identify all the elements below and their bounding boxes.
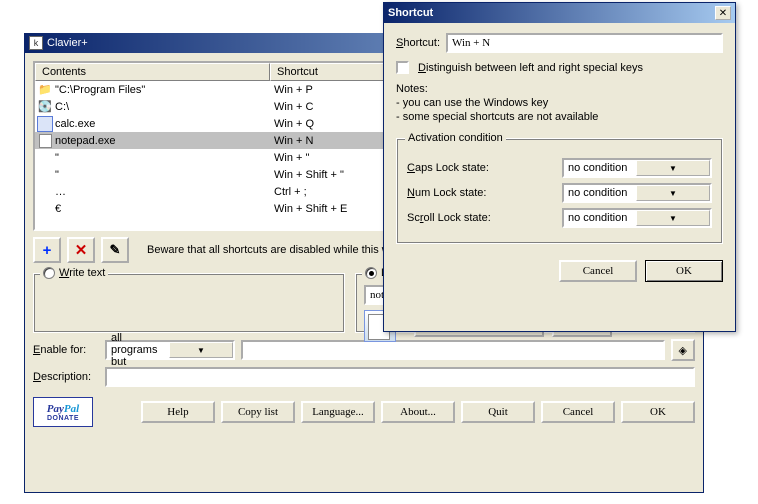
ok-button[interactable]: OK [621, 401, 695, 423]
blank-icon [37, 167, 53, 183]
dialog-title: Shortcut [388, 7, 433, 19]
notes-label: Notes: [396, 82, 723, 96]
activation-condition-group: Activation condition Caps Lock state: no… [396, 138, 723, 244]
copy-list-button[interactable]: Copy list [221, 401, 295, 423]
chevron-down-icon[interactable]: ▼ [636, 185, 710, 201]
blank-icon [37, 150, 53, 166]
write-text-radio[interactable] [43, 267, 55, 279]
notes-block: Notes: - you can use the Windows key - s… [396, 82, 723, 124]
delete-button[interactable]: ✕ [67, 237, 95, 263]
blank-icon [37, 184, 53, 200]
launch-radio[interactable] [365, 267, 377, 279]
row-text: "C:\Program Files" [55, 84, 145, 96]
description-label: Description: [33, 371, 99, 383]
distinguish-checkbox[interactable] [396, 61, 409, 74]
row-text: notepad.exe [55, 135, 116, 147]
language-button[interactable]: Language... [301, 401, 375, 423]
enable-for-label: Enable for: [33, 344, 99, 356]
row-text: € [55, 203, 61, 215]
write-text-label: Write text [59, 267, 105, 279]
paypal-donate-button[interactable]: PayPal DONATE [33, 397, 93, 427]
row-text: " [55, 152, 59, 164]
chevron-down-icon[interactable]: ▼ [636, 160, 710, 176]
description-input[interactable] [105, 367, 695, 387]
num-lock-combo[interactable]: no condition▼ [562, 183, 712, 203]
close-button[interactable]: ✕ [715, 6, 731, 20]
calc-icon [37, 116, 53, 132]
row-text: calc.exe [55, 118, 95, 130]
drive-icon: 💽 [37, 99, 53, 115]
about-button[interactable]: About... [381, 401, 455, 423]
shortcut-field-label: Shortcut: [396, 37, 440, 49]
row-text: … [55, 186, 66, 198]
shortcut-dialog: Shortcut ✕ Shortcut: Distinguish between… [383, 2, 736, 332]
scroll-lock-combo[interactable]: no condition▼ [562, 208, 712, 228]
help-button[interactable]: Help [141, 401, 215, 423]
quit-button[interactable]: Quit [461, 401, 535, 423]
dialog-ok-button[interactable]: OK [645, 260, 723, 282]
chevron-down-icon[interactable]: ▼ [636, 210, 710, 226]
row-text: " [55, 169, 59, 181]
enable-for-value: all programs but [107, 332, 169, 368]
caps-lock-label: Caps Lock state: [407, 162, 489, 174]
scroll-lock-label: Scroll Lock state: [407, 212, 491, 224]
row-text: C:\ [55, 101, 69, 113]
dialog-titlebar[interactable]: Shortcut ✕ [384, 3, 735, 23]
app-icon: k [29, 36, 43, 50]
shortcut-input[interactable] [446, 33, 723, 53]
cancel-button[interactable]: Cancel [541, 401, 615, 423]
note-line: - you can use the Windows key [396, 96, 723, 110]
app-title: Clavier+ [47, 37, 88, 49]
write-text-radio-group[interactable]: Write text [40, 267, 108, 279]
add-button[interactable]: + [33, 237, 61, 263]
target-picker-button[interactable]: ◈ [671, 339, 695, 361]
note-line: - some special shortcuts are not availab… [396, 110, 723, 124]
caps-lock-combo[interactable]: no condition▼ [562, 158, 712, 178]
chevron-down-icon[interactable]: ▼ [169, 342, 233, 358]
group-legend: Activation condition [405, 132, 506, 144]
enable-for-input[interactable] [241, 340, 665, 360]
dialog-cancel-button[interactable]: Cancel [559, 260, 637, 282]
num-lock-label: Num Lock state: [407, 187, 487, 199]
notepad-icon [37, 133, 53, 149]
distinguish-label: Distinguish between left and right speci… [418, 62, 643, 74]
blank-icon [37, 201, 53, 217]
edit-button[interactable]: ✎ [101, 237, 129, 263]
col-contents[interactable]: Contents [35, 63, 270, 81]
folder-icon: 📁 [37, 82, 53, 98]
enable-for-combo[interactable]: all programs but ▼ [105, 340, 235, 360]
